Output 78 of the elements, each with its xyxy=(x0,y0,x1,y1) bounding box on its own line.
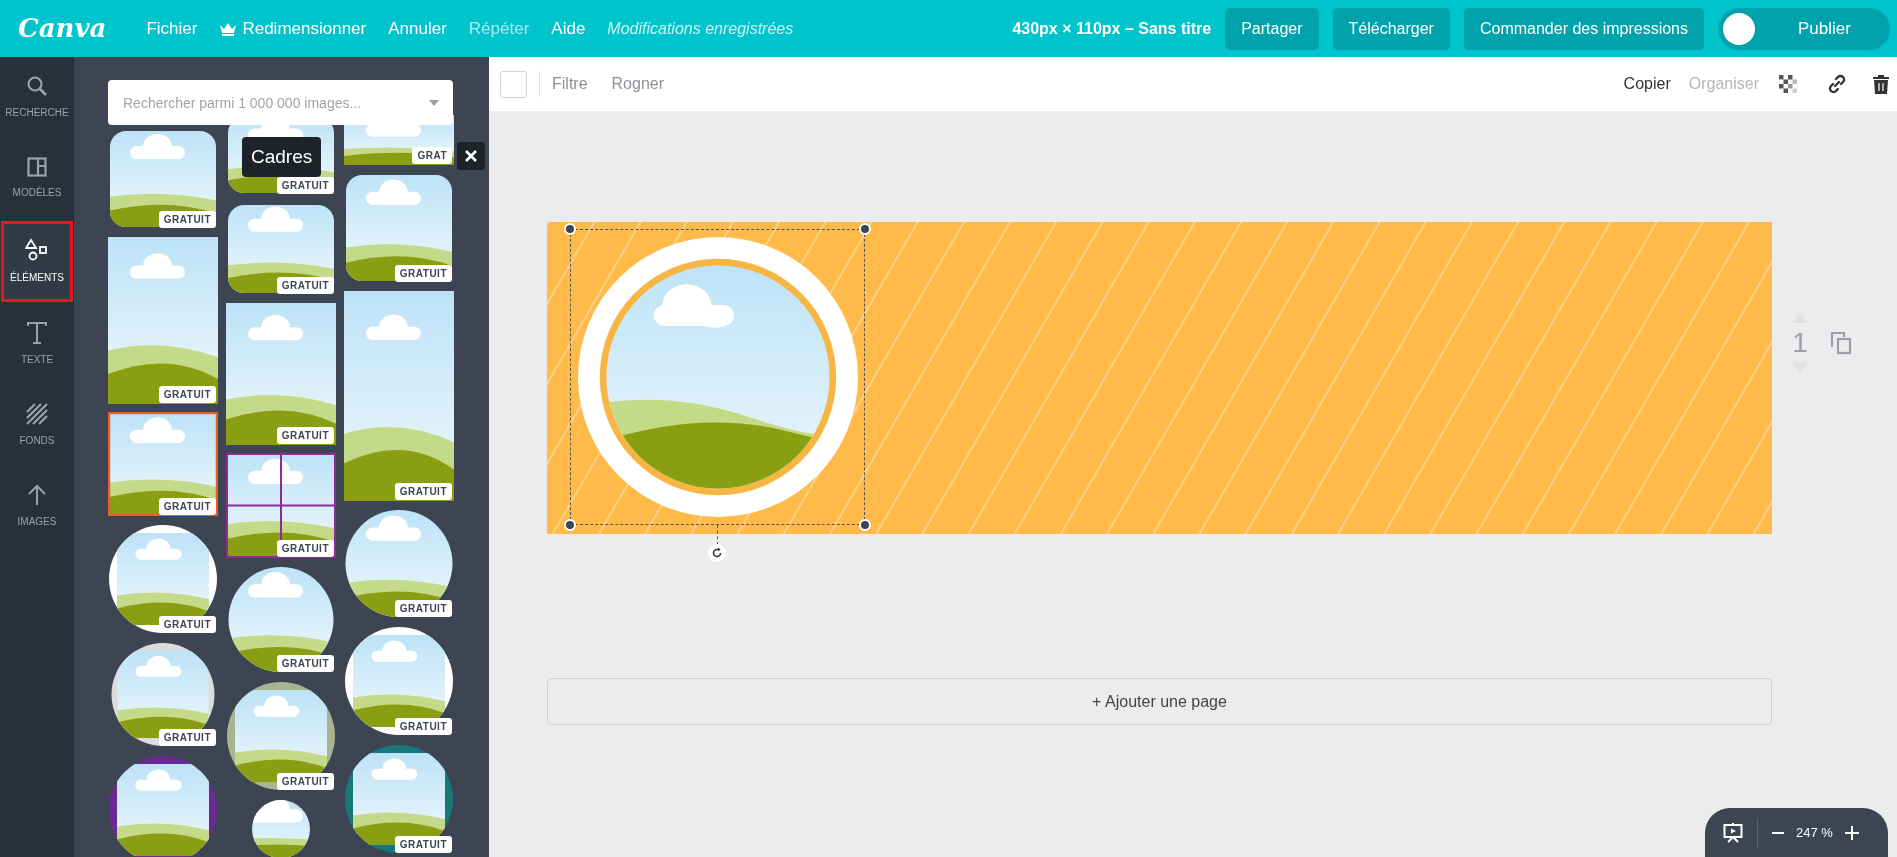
toolbar-button[interactable]: Filtre xyxy=(552,72,588,96)
frame-thumbnail[interactable] xyxy=(344,173,454,283)
frame-thumbnail[interactable] xyxy=(344,626,454,736)
free-badge: GRATUIT xyxy=(276,773,334,790)
plus-icon xyxy=(1844,825,1859,840)
save-status: Modifications enregistrées xyxy=(607,18,794,39)
rail-tab[interactable]: ÉLÉMENTS xyxy=(1,221,73,302)
shapes-icon xyxy=(25,238,49,262)
dropdown-caret-icon[interactable] xyxy=(429,100,439,106)
color-swatch[interactable] xyxy=(500,70,527,98)
rail-tab[interactable]: IMAGES xyxy=(0,466,74,547)
tooltip: Cadres xyxy=(242,137,322,177)
free-badge: GRATUIT xyxy=(276,655,334,672)
trash-icon xyxy=(1873,74,1889,94)
link-button[interactable] xyxy=(1827,74,1847,94)
toolbar-button[interactable]: Rogner xyxy=(611,72,665,96)
free-badge: GRATUIT xyxy=(158,211,216,228)
zoom-level: 247 % xyxy=(1796,823,1833,842)
rail-tab[interactable]: MODÈLES xyxy=(0,138,74,219)
page-number: 1 xyxy=(1792,329,1808,357)
free-badge: GRATUIT xyxy=(276,177,334,194)
free-badge: GRATUIT xyxy=(158,616,216,633)
frame-thumbnail[interactable] xyxy=(226,453,336,558)
menu-item[interactable]: Redimensionner xyxy=(219,15,367,42)
free-badge: GRATUIT xyxy=(158,729,216,746)
close-button[interactable] xyxy=(457,142,485,170)
free-badge: GRATUIT xyxy=(394,483,452,500)
free-badge: GRATUIT xyxy=(158,386,216,403)
toolbar-button[interactable]: Partager xyxy=(1225,7,1319,50)
frame-thumbnail[interactable] xyxy=(344,744,454,854)
menu-item[interactable]: Annuler xyxy=(388,15,447,42)
transparency-button[interactable] xyxy=(1779,75,1797,93)
zoom-in-button[interactable] xyxy=(1844,825,1859,840)
frame-thumbnail[interactable] xyxy=(108,524,218,634)
rail-tab[interactable]: RECHERCHE xyxy=(0,57,74,138)
present-button[interactable] xyxy=(1723,822,1743,843)
crown-icon xyxy=(219,21,238,36)
toolbar-button[interactable]: Télécharger xyxy=(1332,7,1450,50)
frame-thumbnail[interactable] xyxy=(344,291,454,501)
close-icon xyxy=(464,149,478,163)
add-page-button[interactable]: + Ajouter une page xyxy=(547,678,1772,725)
document-title: 430px × 110px – Sans titre xyxy=(1012,18,1212,39)
rotate-handle[interactable] xyxy=(708,544,726,562)
frame-thumbnail[interactable] xyxy=(108,412,218,516)
presentation-icon xyxy=(1723,822,1743,843)
frame-thumbnail[interactable] xyxy=(108,755,218,857)
menu-item[interactable]: Fichier xyxy=(146,15,198,42)
toggle-knob xyxy=(1723,12,1755,45)
free-badge: GRATUIT xyxy=(276,427,334,444)
free-badge: GRATUIT xyxy=(158,498,216,515)
layout-icon xyxy=(27,157,47,177)
free-badge: GRATUIT xyxy=(394,836,452,853)
free-badge: GRAT xyxy=(412,147,452,164)
free-badge: GRATUIT xyxy=(394,600,452,617)
letter-t-icon xyxy=(27,322,47,344)
frame-thumbnail[interactable] xyxy=(226,303,336,445)
rail-tab[interactable]: FONDS xyxy=(0,385,74,466)
rotate-icon xyxy=(711,547,723,559)
toolbar-button[interactable]: Commander des impressions xyxy=(1463,7,1704,50)
logo[interactable]: Canva xyxy=(18,9,107,48)
frame-thumbnail[interactable] xyxy=(108,237,218,404)
frame-thumbnail[interactable] xyxy=(226,681,336,791)
rail-tab[interactable]: TEXTE xyxy=(0,304,74,385)
frame-thumbnail[interactable] xyxy=(226,203,336,295)
free-badge: GRATUIT xyxy=(394,718,452,735)
checkerboard-icon xyxy=(1779,75,1797,93)
search-icon xyxy=(26,75,48,97)
menu-item[interactable]: Aide xyxy=(551,15,586,42)
frame-thumbnail[interactable] xyxy=(108,129,218,229)
upload-arrow-icon xyxy=(27,484,47,506)
delete-button[interactable] xyxy=(1873,74,1889,94)
publish-toggle[interactable]: Publier xyxy=(1718,7,1890,50)
free-badge: GRATUIT xyxy=(276,540,334,557)
link-icon xyxy=(1827,74,1847,94)
diagonal-lines-icon xyxy=(26,403,48,425)
free-badge: GRATUIT xyxy=(394,265,452,282)
toolbar-button[interactable]: Copier xyxy=(1623,72,1671,96)
free-badge: GRATUIT xyxy=(276,277,334,294)
